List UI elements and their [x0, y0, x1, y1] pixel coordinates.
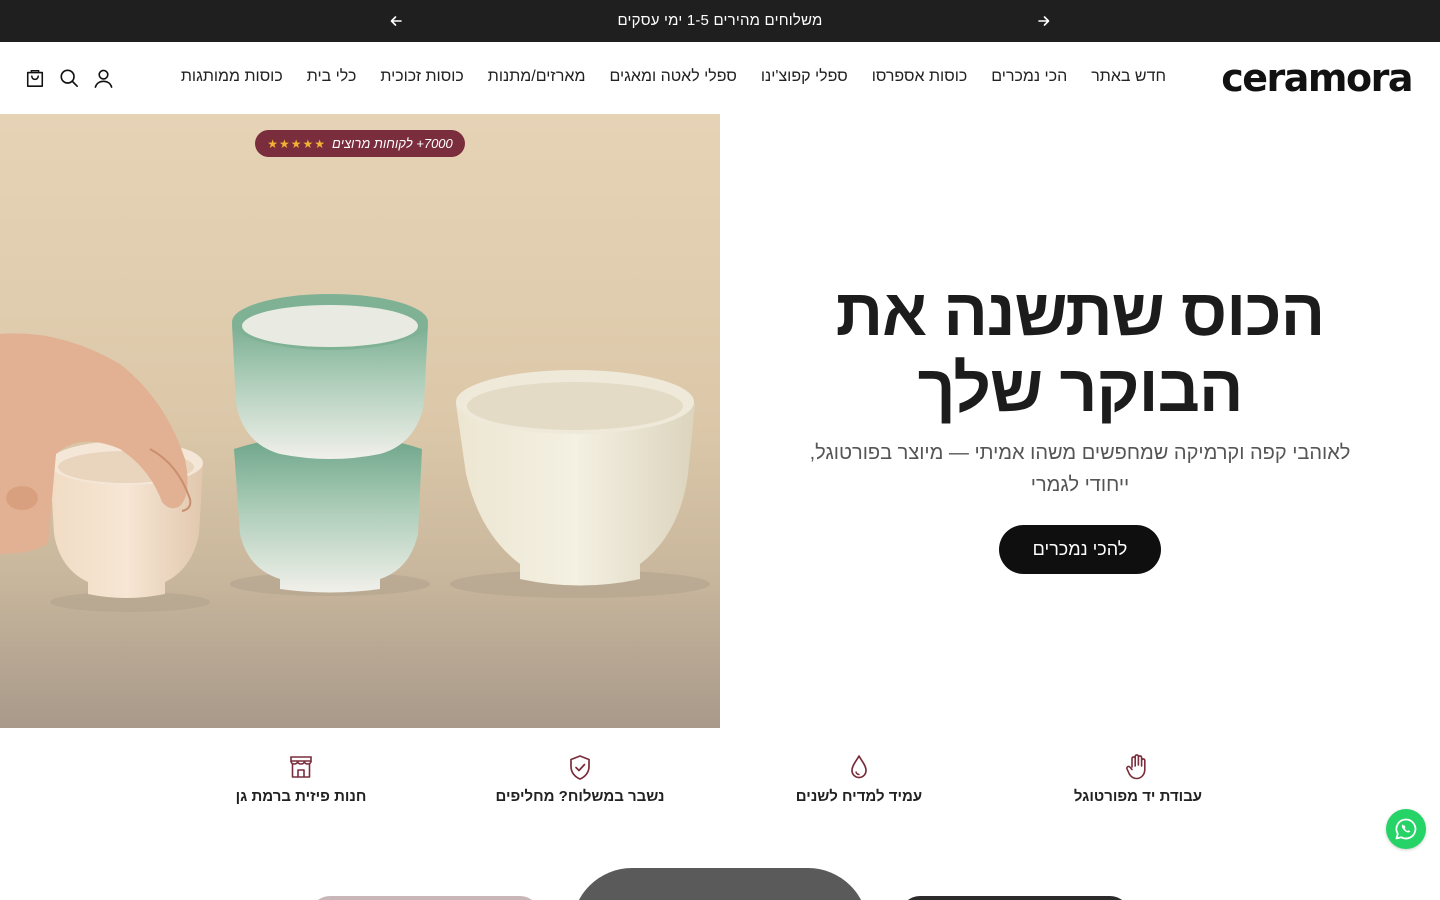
shield-check-icon — [565, 752, 595, 782]
nav-item-branded-cups[interactable]: כוסות ממותגות — [181, 68, 283, 86]
nav-item-cappuccino-mugs[interactable]: ספלי קפוצ'ינו — [761, 68, 848, 86]
bestsellers-button[interactable]: להכי נמכרים — [999, 525, 1161, 574]
hero-title-line-1: הכוס שתשנה את — [835, 275, 1326, 349]
feature-replacement: נשבר במשלוח? מחליפים — [450, 752, 710, 805]
nav-item-new[interactable]: חדש באתר — [1091, 68, 1166, 86]
arrow-right-icon[interactable] — [1034, 11, 1054, 31]
feature-dishwasher: עמיד למדיח לשנים — [729, 752, 989, 805]
hero-subtitle: לאוהבי קפה וקרמיקה שמחפשים משהו אמיתי — … — [809, 442, 1351, 496]
hero-content: הכוס שתשנה את הבוקר שלך לאוהבי קפה וקרמי… — [720, 114, 1440, 728]
rating-text: 7000+ לקוחות מרוצים — [332, 136, 453, 151]
product-card-peek[interactable] — [572, 868, 868, 900]
header-actions — [24, 67, 114, 89]
nav-item-bestsellers[interactable]: הכי נמכרים — [991, 68, 1067, 86]
nav-item-espresso-cups[interactable]: כוסות אספרסו — [872, 68, 968, 86]
feature-label: עבודת יד מפורטוגל — [1073, 788, 1203, 805]
product-card-peek[interactable] — [310, 896, 540, 900]
store-icon — [286, 752, 316, 782]
hand-icon — [1123, 752, 1153, 782]
hero-image — [0, 114, 720, 728]
feature-label: עמיד למדיח לשנים — [795, 788, 923, 805]
nav-item-gift-sets[interactable]: מארזים/מתנות — [488, 68, 586, 86]
feature-handmade: עבודת יד מפורטוגל — [1008, 752, 1268, 805]
feature-label: נשבר במשלוח? מחליפים — [495, 788, 665, 805]
nav-item-latte-mugs[interactable]: ספלי לאטה ומאגים — [609, 68, 736, 86]
feature-label: חנות פיזית ברמת גן — [235, 788, 367, 805]
features-strip: עבודת יד מפורטוגל עמיד למדיח לשנים נשבר … — [0, 752, 1440, 822]
product-card-peek[interactable] — [900, 896, 1130, 900]
feature-store: חנות פיזית ברמת גן — [171, 752, 431, 805]
nav-item-homeware[interactable]: כלי בית — [307, 68, 357, 86]
account-icon[interactable] — [92, 67, 114, 89]
announcement-text: משלוחים מהירים 1-5 ימי עסקים — [617, 12, 823, 29]
hero-title-line-2: הבוקר שלך — [917, 351, 1244, 425]
nav-item-glass-cups[interactable]: כוסות זכוכית — [380, 68, 463, 86]
announcement-bar: משלוחים מהירים 1-5 ימי עסקים — [0, 0, 1440, 42]
cart-icon[interactable] — [24, 67, 46, 89]
ceramic-cups-illustration — [0, 114, 720, 728]
whatsapp-icon[interactable] — [1386, 809, 1426, 849]
site-header: ceramora חדש באתר הכי נמכרים כוסות אספרס… — [0, 42, 1440, 114]
hero-title: הכוס שתשנה את הבוקר שלך — [780, 274, 1380, 426]
brand-logo[interactable]: ceramora — [1221, 59, 1413, 97]
rating-badge: 7000+ לקוחות מרוצים ★★★★★ — [255, 130, 465, 157]
droplet-icon — [844, 752, 874, 782]
main-nav: חדש באתר הכי נמכרים כוסות אספרסו ספלי קפ… — [181, 68, 1166, 86]
star-rating-icon: ★★★★★ — [267, 136, 327, 151]
search-icon[interactable] — [58, 67, 80, 89]
